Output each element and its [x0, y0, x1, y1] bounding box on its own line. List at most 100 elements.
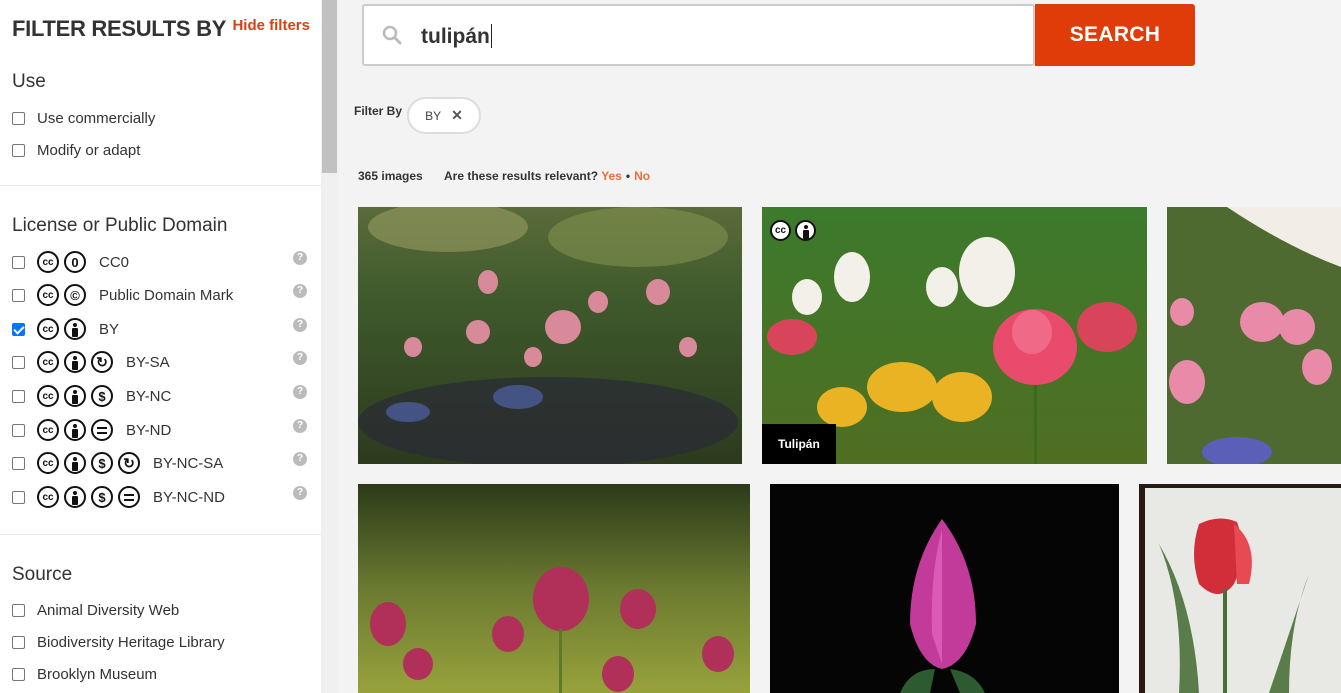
cc-icon: cc [37, 351, 59, 373]
image-card[interactable] [1139, 484, 1341, 693]
filter-by-label: Filter By [354, 104, 403, 118]
checkbox[interactable] [12, 635, 25, 649]
no-derivatives-icon [91, 419, 113, 441]
checkbox[interactable] [12, 143, 25, 157]
section-title-license: License or Public Domain [12, 215, 228, 236]
option-source-biodiversity[interactable]: Biodiversity Heritage Library [12, 631, 307, 653]
license-icons: cc 0 [37, 251, 91, 273]
help-icon[interactable]: ? [293, 284, 307, 298]
cc-icon: cc [37, 284, 59, 306]
help-icon[interactable]: ? [293, 351, 307, 365]
option-license-cc0[interactable]: cc 0 CC0 [12, 251, 307, 273]
checkbox[interactable] [12, 456, 25, 470]
option-label: BY [99, 320, 120, 338]
chip-label: BY [425, 108, 442, 123]
option-license-by-sa[interactable]: cc ↻ BY-SA [12, 351, 307, 373]
image-card[interactable] [358, 207, 742, 464]
section-title-source: Source [12, 564, 73, 585]
option-license-by[interactable]: cc BY [12, 318, 307, 340]
checkbox[interactable] [12, 288, 25, 302]
option-label: BY-NC [126, 387, 172, 405]
option-source-animal-diversity[interactable]: Animal Diversity Web [12, 599, 307, 621]
option-license-by-nc-nd[interactable]: cc $ BY-NC-ND [12, 486, 307, 508]
license-badge: cc [770, 220, 820, 241]
zero-icon: 0 [64, 251, 86, 273]
relevance-yes-link[interactable]: Yes [601, 169, 622, 183]
help-icon[interactable]: ? [293, 419, 307, 433]
license-icons: cc © [37, 284, 91, 306]
option-license-by-nc[interactable]: cc $ BY-NC [12, 385, 307, 407]
checkbox[interactable] [12, 355, 25, 369]
result-count: 365 images [358, 169, 423, 183]
cc-icon: cc [37, 452, 59, 474]
close-icon[interactable]: ✕ [451, 107, 463, 124]
public-domain-icon: © [64, 284, 86, 306]
share-alike-icon: ↻ [118, 452, 140, 474]
license-icons: cc ↻ [37, 351, 118, 373]
option-label: Brooklyn Museum [37, 665, 158, 683]
attribution-icon [64, 318, 86, 340]
help-icon[interactable]: ? [293, 385, 307, 399]
image-card[interactable] [358, 484, 750, 693]
image-title: Tulipán [762, 424, 836, 464]
checkbox[interactable] [12, 111, 25, 125]
non-commercial-icon: $ [91, 486, 113, 508]
option-label: Public Domain Mark [99, 286, 234, 304]
cc-icon: cc [37, 251, 59, 273]
tulip-garden-image [358, 207, 742, 464]
cc-icon: cc [37, 486, 59, 508]
filter-chip-by[interactable]: BY ✕ [407, 97, 481, 134]
share-alike-icon: ↻ [91, 351, 113, 373]
checkbox[interactable] [12, 603, 25, 617]
image-card[interactable] [1167, 207, 1341, 464]
option-license-by-nd[interactable]: cc BY-ND [12, 419, 307, 441]
option-label: CC0 [99, 253, 130, 271]
cc-icon: cc [37, 318, 59, 340]
option-label: Biodiversity Heritage Library [37, 633, 225, 651]
section-divider [0, 185, 321, 186]
search-icon [382, 25, 402, 45]
checkbox[interactable] [12, 667, 25, 681]
relevance-question: Are these results relevant? [444, 169, 599, 183]
license-icons: cc [37, 318, 91, 340]
checkbox[interactable] [12, 255, 25, 269]
option-modify-or-adapt[interactable]: Modify or adapt [12, 139, 307, 161]
relevance-prompt: Are these results relevant? Yes • No [444, 169, 650, 183]
separator-dot: • [625, 169, 631, 183]
filter-sidebar: FILTER RESULTS BY Hide filters Use Use c… [0, 0, 321, 693]
help-icon[interactable]: ? [293, 452, 307, 466]
sidebar-scrollbar-thumb[interactable] [322, 0, 337, 173]
checkbox[interactable] [12, 490, 25, 504]
attribution-icon [64, 452, 86, 474]
search-button[interactable]: SEARCH [1035, 4, 1195, 66]
option-use-commercially[interactable]: Use commercially [12, 107, 307, 129]
search-input[interactable]: tulipán [362, 4, 1035, 66]
option-source-brooklyn-museum[interactable]: Brooklyn Museum [12, 663, 307, 685]
help-icon[interactable]: ? [293, 318, 307, 332]
single-magenta-tulip-image [770, 484, 1119, 693]
image-card[interactable]: cc Tulipán [762, 207, 1147, 464]
option-label: BY-NC-SA [153, 454, 224, 472]
option-label: Modify or adapt [37, 141, 141, 159]
sidebar-title: FILTER RESULTS BY [12, 16, 227, 41]
checkbox[interactable] [12, 423, 25, 437]
help-icon[interactable]: ? [293, 486, 307, 500]
attribution-icon [64, 486, 86, 508]
option-label: BY-NC-ND [153, 488, 225, 506]
pink-tulips-image [1167, 207, 1341, 464]
help-icon[interactable]: ? [293, 251, 307, 265]
red-tulip-image [1139, 484, 1341, 693]
option-license-by-nc-sa[interactable]: cc $ ↻ BY-NC-SA [12, 452, 307, 474]
image-card[interactable] [770, 484, 1119, 693]
hide-filters-link[interactable]: Hide filters [232, 17, 310, 34]
option-label: Use commercially [37, 109, 156, 127]
checkbox[interactable] [12, 389, 25, 403]
checkbox-checked[interactable] [12, 322, 25, 336]
license-icons: cc $ [37, 385, 118, 407]
option-license-pdm[interactable]: cc © Public Domain Mark [12, 284, 307, 306]
attribution-icon [64, 419, 86, 441]
relevance-no-link[interactable]: No [634, 169, 650, 183]
search-query[interactable]: tulipán [421, 24, 492, 49]
option-label: BY-ND [126, 421, 172, 439]
license-icons: cc $ ↻ [37, 452, 145, 474]
